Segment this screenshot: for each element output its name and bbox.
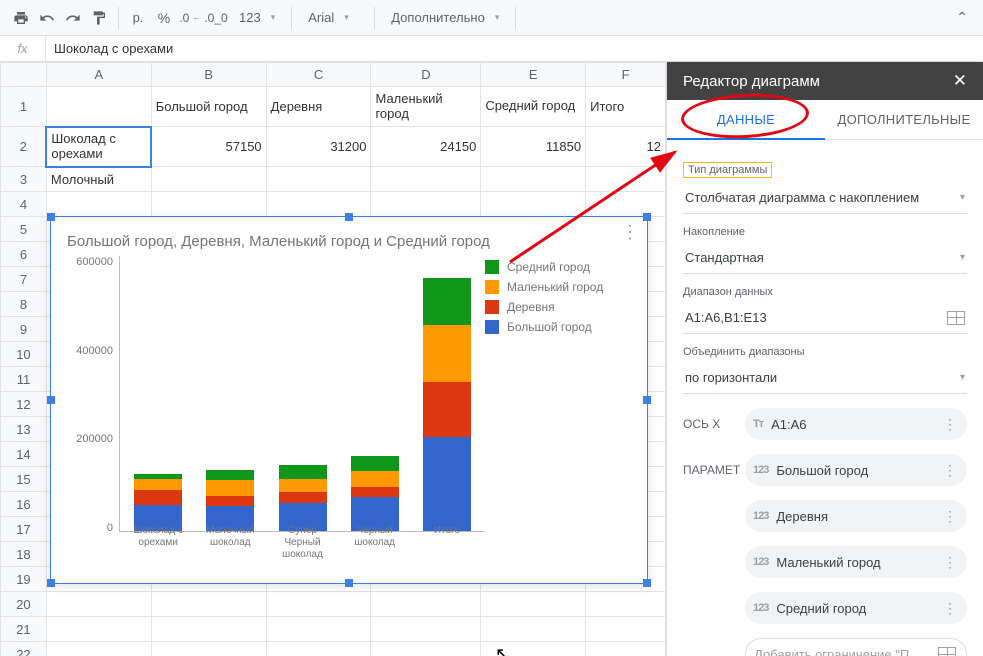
combine-picker[interactable]: по горизонтали▾ (683, 362, 967, 394)
field-label: Тип диаграммы (683, 162, 967, 178)
toolbar: р. % .0 ← .0_0 123▾ Arial▾ Дополнительно… (0, 0, 983, 36)
resize-handle[interactable] (345, 579, 353, 587)
chart-title: Большой город, Деревня, Маленький город … (51, 217, 647, 256)
percent-button[interactable]: % (151, 5, 177, 31)
chart-object[interactable]: ⋮ Большой город, Деревня, Маленький горо… (50, 216, 648, 584)
field-label: Объединить диапазоны (683, 346, 967, 358)
expand-toolbar-icon[interactable]: ⌃ (949, 5, 975, 31)
resize-handle[interactable] (47, 579, 55, 587)
resize-handle[interactable] (345, 213, 353, 221)
param-chip[interactable]: 123Маленький город⋮ (745, 546, 967, 578)
redo-icon[interactable] (60, 5, 86, 31)
stacking-picker[interactable]: Стандартная▾ (683, 242, 967, 274)
tab-extra[interactable]: ДОПОЛНИТЕЛЬНЫЕ (825, 100, 983, 139)
corner-cell[interactable] (1, 63, 47, 87)
table-row[interactable]: 3Молочный (1, 167, 666, 192)
table-row[interactable]: 22 (1, 642, 666, 656)
table-row[interactable]: 4 (1, 192, 666, 217)
currency-button[interactable]: р. (125, 5, 151, 31)
tab-data[interactable]: ДАННЫЕ (667, 100, 825, 139)
table-row[interactable]: 21 (1, 617, 666, 642)
grid-icon (938, 647, 956, 656)
undo-icon[interactable] (34, 5, 60, 31)
axis-x-label: ОСЬ X (683, 417, 739, 431)
chart-editor-panel: Редактор диаграмм ✕ ДАННЫЕ ДОПОЛНИТЕЛЬНЫ… (666, 62, 983, 656)
dec-decimal-button[interactable]: .0 ← (177, 5, 203, 31)
resize-handle[interactable] (47, 213, 55, 221)
xaxis-chip[interactable]: TᴛA1:A6⋮ (745, 408, 967, 440)
col-header[interactable]: F (586, 63, 666, 87)
chart-plot-area: Шоколад с орехамиМолочный шоколадСупер Ч… (119, 256, 485, 532)
cursor-icon: ↖ (495, 644, 510, 656)
number-format-picker[interactable]: 123▾ (229, 5, 285, 31)
field-label: Диапазон данных (683, 286, 967, 298)
col-header[interactable]: C (266, 63, 371, 87)
chart-type-picker[interactable]: Столбчатая диаграмма с накоплением▾ (683, 182, 967, 214)
paint-format-icon[interactable] (86, 5, 112, 31)
field-label: Накопление (683, 226, 967, 238)
font-picker[interactable]: Arial▾ (298, 5, 368, 31)
resize-handle[interactable] (47, 396, 55, 404)
resize-handle[interactable] (643, 579, 651, 587)
resize-handle[interactable] (643, 396, 651, 404)
params-label: ПАРАМЕТ (683, 463, 739, 477)
add-param-chip[interactable]: Добавить ограничение "П... (745, 638, 967, 656)
table-row[interactable]: 20 (1, 592, 666, 617)
data-range-field[interactable]: A1:A6,B1:E13 (683, 302, 967, 334)
panel-tabs: ДАННЫЕ ДОПОЛНИТЕЛЬНЫЕ (667, 100, 983, 140)
resize-handle[interactable] (643, 213, 651, 221)
table-row[interactable]: 1Большой городДеревняМаленький городСред… (1, 87, 666, 127)
inc-decimal-button[interactable]: .0_0 (203, 5, 229, 31)
col-header[interactable]: D (371, 63, 481, 87)
more-formats-picker[interactable]: Дополнительно▾ (381, 5, 509, 31)
col-header[interactable]: B (151, 63, 266, 87)
chart-menu-icon[interactable]: ⋮ (621, 223, 639, 241)
param-chip[interactable]: 123Средний город⋮ (745, 592, 967, 624)
panel-title: Редактор диаграмм (683, 73, 820, 90)
col-header[interactable]: A (46, 63, 151, 87)
formula-bar: fx (0, 36, 983, 62)
close-icon[interactable]: ✕ (953, 71, 967, 91)
param-chip[interactable]: 123Большой город⋮ (745, 454, 967, 486)
chart-y-axis: 600000 400000 200000 0 (67, 256, 119, 564)
fx-icon: fx (0, 36, 46, 61)
formula-input[interactable] (46, 41, 983, 56)
print-icon[interactable] (8, 5, 34, 31)
chart-legend: Средний городМаленький городДеревняБольш… (485, 256, 625, 564)
spreadsheet-area: A B C D E F 1Большой городДеревняМаленьк… (0, 62, 666, 656)
panel-header: Редактор диаграмм ✕ (667, 62, 983, 100)
table-row[interactable]: 2Шоколад с орехами5715031200241501185012 (1, 127, 666, 167)
col-header[interactable]: E (481, 63, 586, 87)
grid-icon[interactable] (947, 311, 965, 325)
param-chip[interactable]: 123Деревня⋮ (745, 500, 967, 532)
